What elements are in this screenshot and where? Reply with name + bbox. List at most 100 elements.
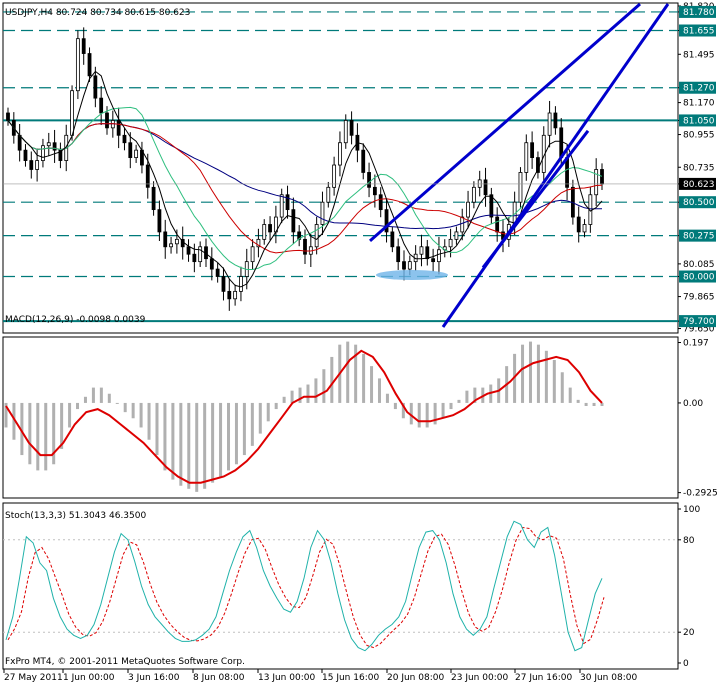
candle-body bbox=[99, 97, 104, 114]
macd-panel: 0.197 0.00 -0.2925 bbox=[2, 336, 717, 499]
macd-histogram-bar bbox=[330, 356, 334, 403]
macd-histogram-bar bbox=[44, 402, 48, 471]
candle-body bbox=[233, 290, 238, 300]
stoch-tick-label: 0 bbox=[683, 659, 689, 669]
candle-body bbox=[483, 179, 488, 196]
macd-histogram-bar bbox=[91, 387, 95, 403]
price-tick-label: 81.495 bbox=[683, 50, 715, 60]
time-tick-label: 27 Jun 16:00 bbox=[515, 673, 572, 683]
macd-histogram-bar bbox=[568, 387, 572, 403]
macd-histogram-bar bbox=[219, 402, 223, 477]
candle-body bbox=[518, 172, 523, 203]
candle-body bbox=[361, 149, 366, 173]
candle-body bbox=[116, 120, 121, 136]
price-tick-label: 79.865 bbox=[683, 293, 715, 303]
stochastic-panel: 100 80 20 0 bbox=[2, 502, 700, 670]
candle-body bbox=[169, 243, 173, 248]
candle-body bbox=[471, 186, 476, 203]
macd-histogram-bar bbox=[250, 402, 254, 446]
candle-body bbox=[81, 38, 86, 54]
main-panel-info: USDJPY,H4 80.724 80.734 80.615 80.623 bbox=[5, 8, 190, 18]
macd-histogram-bar bbox=[203, 402, 207, 489]
level-tag-label: 79.700 bbox=[683, 317, 715, 327]
macd-tick-label: 0.197 bbox=[683, 339, 709, 349]
stoch-tick-label: 20 bbox=[683, 628, 695, 638]
candle-body bbox=[448, 238, 453, 248]
candle-body bbox=[41, 145, 45, 161]
time-axis: 27 May 2011 1 Jun 00:00 3 Jun 16:00 8 Jun 0… bbox=[3, 669, 637, 683]
macd-histogram-bar bbox=[385, 393, 389, 403]
candle-body bbox=[582, 224, 587, 233]
macd-histogram-bar bbox=[242, 402, 246, 456]
macd-histogram-bar bbox=[425, 402, 429, 428]
macd-histogram-bar bbox=[393, 402, 397, 410]
macd-histogram-bar bbox=[155, 402, 159, 456]
macd-histogram-bar bbox=[298, 387, 302, 403]
macd-histogram-bar bbox=[552, 360, 556, 403]
candle-body bbox=[425, 246, 430, 260]
candle-body bbox=[460, 216, 465, 233]
price-tick-label: 80.085 bbox=[683, 260, 715, 270]
candle-body bbox=[553, 112, 558, 129]
macd-histogram-bar bbox=[600, 402, 604, 406]
stoch-panel-frame bbox=[2, 502, 679, 670]
candle-body bbox=[326, 186, 331, 203]
macd-histogram-bar bbox=[584, 402, 588, 406]
time-tick-label: 15 Jun 16:00 bbox=[322, 673, 379, 683]
candle-body bbox=[29, 160, 34, 170]
candle-body bbox=[46, 142, 51, 147]
stoch-tick-label: 100 bbox=[683, 505, 700, 515]
level-tag-label: 81.050 bbox=[683, 116, 715, 126]
macd-histogram-bar bbox=[68, 402, 72, 428]
candle-body bbox=[87, 53, 92, 77]
candle-body bbox=[314, 224, 319, 248]
macd-histogram-bar bbox=[536, 344, 540, 403]
macd-histogram-bar bbox=[234, 402, 238, 465]
level-tag-label: 80.500 bbox=[683, 198, 715, 208]
candle-body bbox=[279, 194, 284, 218]
macd-histogram-bar bbox=[131, 402, 135, 419]
main-price-panel: 81.82081.78081.65581.49581.27081.17081.0… bbox=[2, 2, 716, 335]
candle-body bbox=[530, 142, 535, 158]
time-tick-label: 20 Jun 08:00 bbox=[387, 673, 444, 683]
macd-histogram-bar bbox=[171, 402, 175, 480]
candle-body bbox=[157, 209, 162, 233]
time-tick-label: 8 Jun 08:00 bbox=[193, 673, 245, 683]
stoch-panel-info: Stoch(13,3,3) 51.3043 46.3500 bbox=[5, 511, 146, 521]
macd-histogram-bar bbox=[147, 402, 151, 440]
macd-histogram-bar bbox=[274, 402, 278, 410]
macd-histogram-bar bbox=[306, 384, 310, 403]
level-tag-label: 81.780 bbox=[683, 8, 715, 18]
time-tick-label: 1 Jun 00:00 bbox=[63, 673, 115, 683]
candle-body bbox=[128, 142, 133, 158]
candle-body bbox=[285, 194, 290, 211]
candle-body bbox=[495, 216, 500, 233]
candle-body bbox=[431, 258, 436, 263]
candle-body bbox=[262, 224, 267, 240]
macd-histogram-bar bbox=[258, 402, 262, 434]
candle-body bbox=[35, 160, 40, 170]
macd-histogram-bar bbox=[195, 402, 199, 492]
candle-body bbox=[52, 142, 57, 151]
macd-panel-info: MACD(12,26,9) -0.0098 0.0039 bbox=[5, 315, 146, 325]
macd-histogram-bar bbox=[163, 402, 167, 471]
candle-body bbox=[524, 142, 529, 173]
candle-body bbox=[174, 238, 179, 245]
candle-body bbox=[576, 216, 581, 233]
time-tick-label: 23 Jun 00:00 bbox=[451, 673, 508, 683]
macd-histogram-bar bbox=[521, 344, 525, 403]
macd-tick-label: 0.00 bbox=[683, 399, 703, 409]
candle-body bbox=[250, 246, 255, 263]
candle-body bbox=[372, 186, 377, 196]
macd-histogram-bar bbox=[179, 402, 183, 486]
candle-body bbox=[6, 112, 10, 121]
macd-histogram-bar bbox=[36, 402, 40, 471]
candle-body bbox=[163, 231, 168, 248]
time-tick-label: 13 Jun 00:00 bbox=[258, 673, 315, 683]
macd-histogram-bar bbox=[377, 378, 381, 403]
candle-body bbox=[396, 246, 401, 263]
candle-body bbox=[122, 134, 127, 144]
macd-histogram-bar bbox=[322, 369, 326, 403]
candle-body bbox=[303, 238, 307, 255]
macd-histogram-bar bbox=[227, 402, 231, 471]
